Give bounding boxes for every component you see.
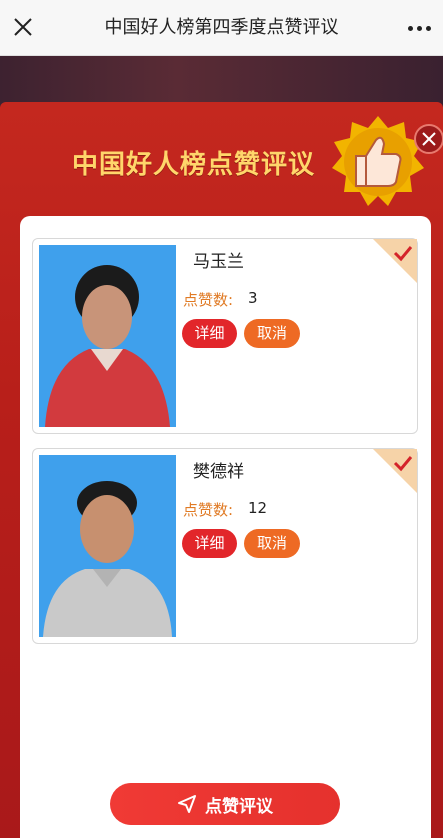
top-bar: 中国好人榜第四季度点赞评议: [0, 0, 443, 56]
candidate-photo: [39, 245, 176, 427]
vote-button[interactable]: 点赞评议: [110, 783, 340, 825]
cancel-button[interactable]: 取消: [244, 529, 300, 558]
page-title: 中国好人榜第四季度点赞评议: [104, 17, 339, 38]
detail-button[interactable]: 详细: [182, 319, 237, 348]
background-strip: [0, 56, 443, 106]
likes-label: 点赞数:: [183, 291, 234, 309]
candidate-card: 樊德祥 点赞数: 12 详细 取消: [32, 448, 418, 644]
checkmark-icon: [373, 449, 417, 493]
likes-label: 点赞数:: [183, 501, 234, 519]
likes-count: 3: [248, 289, 258, 307]
likes-count: 12: [248, 499, 268, 517]
detail-button[interactable]: 详细: [182, 529, 237, 558]
checkmark-icon: [373, 239, 417, 283]
modal-close-icon[interactable]: [414, 124, 443, 154]
candidate-name: 樊德祥: [193, 462, 244, 482]
send-icon: [178, 795, 196, 813]
cancel-button[interactable]: 取消: [244, 319, 300, 348]
candidate-card: 马玉兰 点赞数: 3 详细 取消: [32, 238, 418, 434]
candidate-photo: [39, 455, 176, 637]
candidate-name: 马玉兰: [193, 252, 244, 272]
close-icon[interactable]: [8, 12, 38, 42]
vote-button-label: 点赞评议: [205, 796, 273, 817]
modal-title: 中国好人榜点赞评议: [72, 150, 316, 180]
thumbs-up-badge-icon: [332, 116, 424, 206]
more-icon[interactable]: [405, 14, 433, 42]
